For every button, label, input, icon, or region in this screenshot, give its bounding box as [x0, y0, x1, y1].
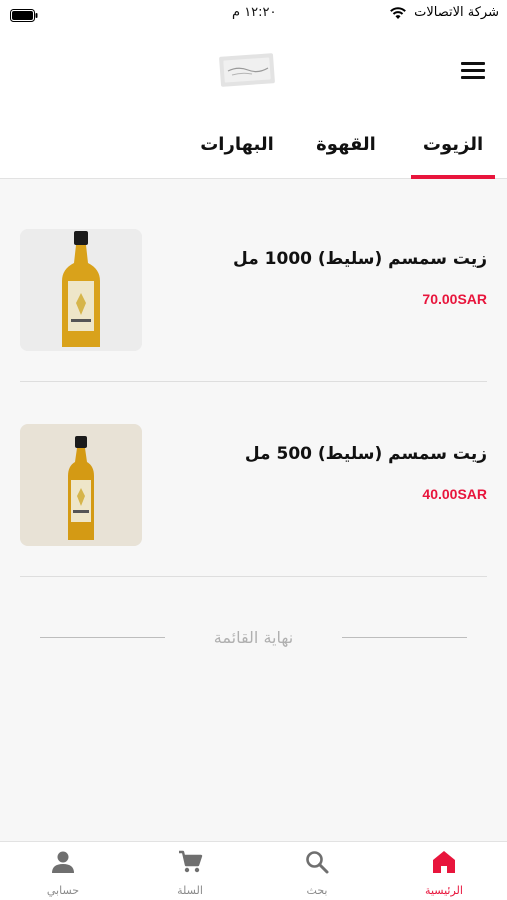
end-of-list-divider: نهاية القائمة — [40, 626, 467, 650]
tab-oils[interactable]: الزيوت — [411, 134, 495, 179]
tab-coffee[interactable]: القهوة — [304, 134, 388, 179]
product-name: زيت سمسم (سليط) 500 مل — [244, 444, 487, 464]
product-image — [20, 229, 142, 351]
app-header: الزيوت القهوة البهارات — [0, 30, 507, 179]
tab-active-indicator — [411, 175, 495, 179]
battery-icon — [10, 7, 38, 26]
nav-search[interactable]: بحث — [254, 842, 380, 900]
category-tabs: الزيوت القهوة البهارات — [0, 134, 507, 179]
product-price: 40.00SAR — [422, 486, 487, 502]
nav-label: السلة — [177, 884, 203, 897]
nav-cart[interactable]: السلة — [127, 842, 253, 900]
product-image — [20, 424, 142, 546]
product-card[interactable]: زيت سمسم (سليط) 500 مل 40.00SAR — [20, 382, 487, 577]
nav-label: الرئيسية — [425, 884, 463, 897]
nav-account[interactable]: حسابي — [0, 842, 126, 900]
hamburger-menu-icon[interactable] — [461, 62, 485, 80]
nav-home[interactable]: الرئيسية — [381, 842, 507, 900]
status-time: ١٢:٢٠ م — [232, 5, 277, 20]
tab-spices[interactable]: البهارات — [195, 134, 279, 179]
nav-label: بحث — [306, 884, 328, 897]
cart-icon — [177, 849, 203, 875]
tab-label: القهوة — [316, 134, 376, 155]
product-name: زيت سمسم (سليط) 1000 مل — [233, 249, 487, 269]
home-icon — [431, 849, 457, 875]
carrier-name: شركة الاتصالات — [414, 5, 499, 20]
status-bar: ١٢:٢٠ م شركة الاتصالات — [0, 0, 507, 30]
wifi-icon — [389, 5, 407, 24]
nav-label: حسابي — [46, 884, 80, 897]
product-price: 70.00SAR — [422, 291, 487, 307]
tab-label: الزيوت — [422, 134, 484, 155]
divider-line — [342, 637, 467, 638]
product-card[interactable]: زيت سمسم (سليط) 1000 مل 70.00SAR — [20, 187, 487, 382]
brand-logo[interactable] — [218, 52, 276, 94]
bottom-navigation: الرئيسية بحث السلة حسابي — [0, 841, 507, 900]
tab-label: البهارات — [200, 134, 274, 155]
search-icon — [304, 849, 330, 875]
user-icon — [50, 849, 76, 875]
